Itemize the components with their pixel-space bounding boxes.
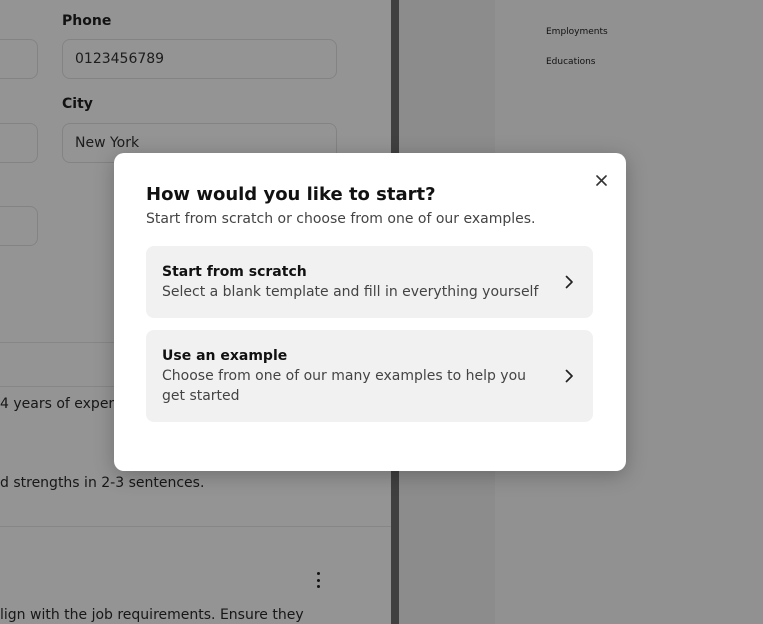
start-from-scratch-option[interactable]: Start from scratch Select a blank templa… — [146, 246, 593, 318]
use-example-option[interactable]: Use an example Choose from one of our ma… — [146, 330, 593, 422]
dialog-title: How would you like to start? — [146, 184, 436, 205]
chevron-right-icon — [565, 275, 573, 289]
close-button[interactable] — [590, 169, 612, 191]
option-title: Use an example — [162, 348, 288, 364]
dialog-subtitle: Start from scratch or choose from one of… — [146, 211, 536, 227]
close-icon — [595, 174, 607, 186]
option-description: Select a blank template and fill in ever… — [162, 284, 539, 300]
option-title: Start from scratch — [162, 264, 307, 280]
option-description: Choose from one of our many examples to … — [162, 368, 527, 404]
start-options-dialog: How would you like to start? Start from … — [114, 153, 626, 471]
chevron-right-icon — [565, 369, 573, 383]
